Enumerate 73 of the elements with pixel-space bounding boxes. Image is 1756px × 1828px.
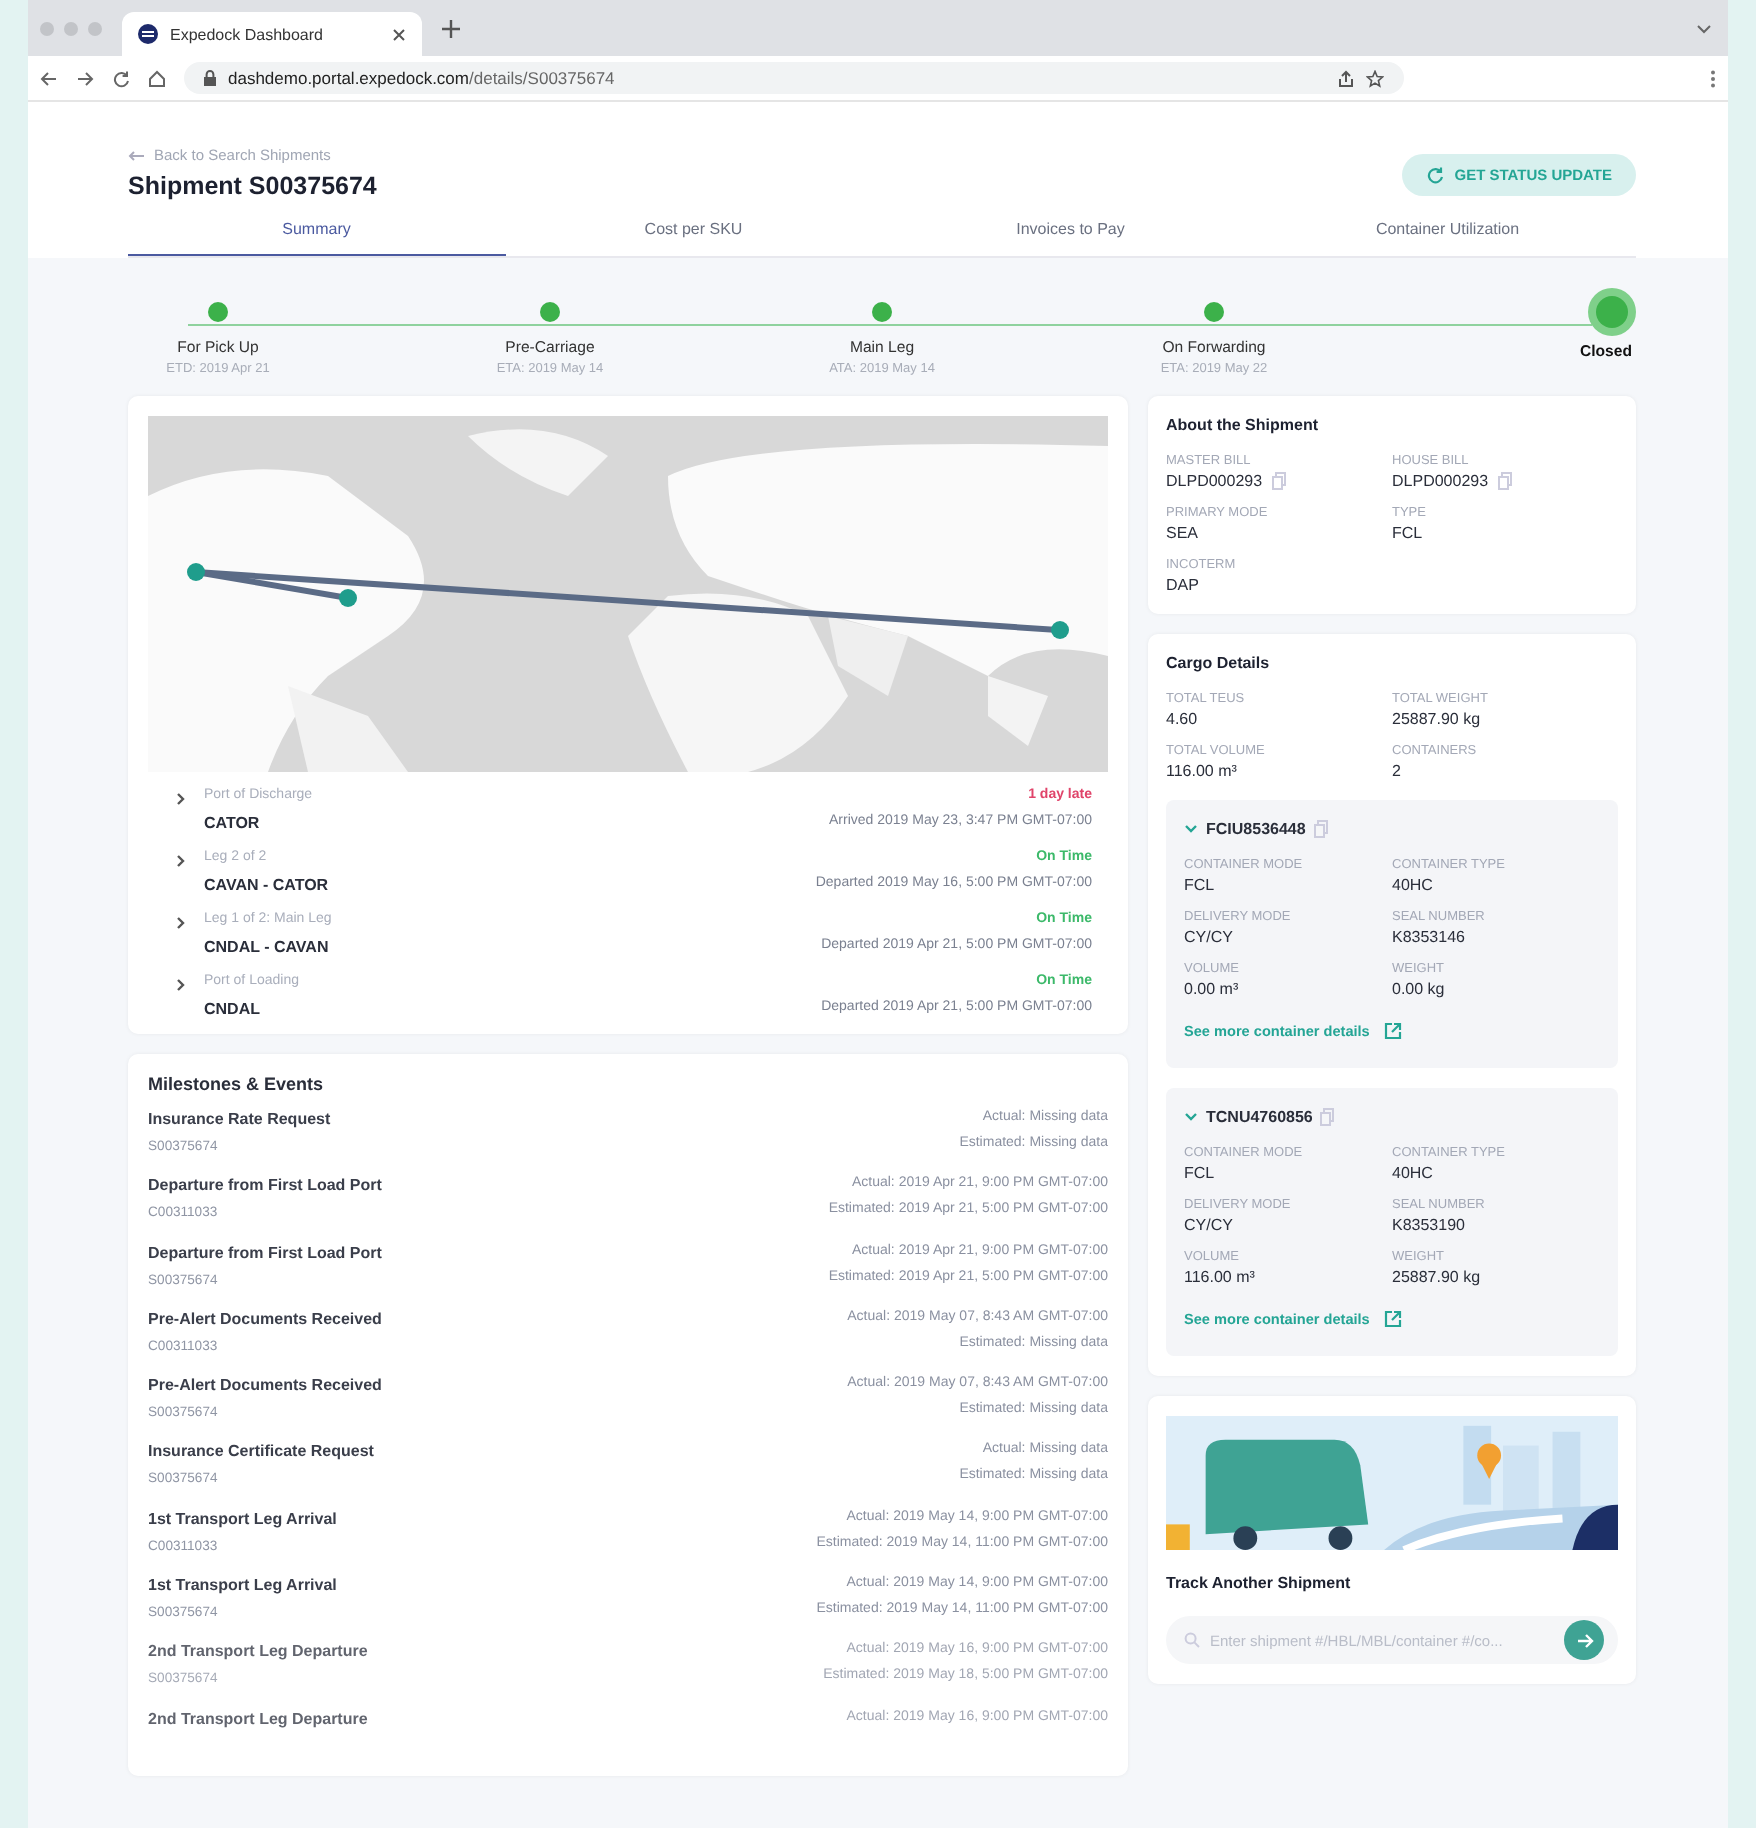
field-value: SEA: [1166, 524, 1199, 542]
more-icon[interactable]: [1710, 69, 1716, 87]
external-link-icon[interactable]: [1383, 1022, 1402, 1040]
shipment-title: Shipment S00375674: [128, 172, 377, 200]
page-tab[interactable]: Container Utilization: [1259, 208, 1636, 256]
field-value: 40HC: [1392, 1164, 1435, 1182]
chevron-down-icon[interactable]: [1184, 1112, 1198, 1122]
page-tab[interactable]: Cost per SKU: [505, 208, 882, 256]
field-value: 116.00 m³: [1166, 762, 1239, 780]
field-value: K8353190: [1392, 1216, 1467, 1234]
field-value: FCL: [1184, 876, 1217, 894]
share-icon[interactable]: [1338, 69, 1354, 87]
milestone-name: 2nd Transport Leg Departure: [148, 1642, 368, 1661]
external-link-icon[interactable]: [1383, 1310, 1402, 1328]
chevron-down-icon[interactable]: [1696, 23, 1712, 33]
search-icon: [1184, 1632, 1200, 1648]
milestone-name: Departure from First Load Port: [148, 1243, 382, 1262]
field-value: DAP: [1166, 576, 1199, 594]
chevron-right-icon[interactable]: [176, 854, 186, 868]
close-icon[interactable]: [392, 27, 406, 41]
milestone-name: Insurance Rate Request: [148, 1110, 331, 1128]
chevron-right-icon[interactable]: [176, 792, 186, 806]
container-number: FCIU8536448: [1206, 820, 1306, 838]
field-value: 0.00 kg: [1392, 980, 1447, 998]
milestone-name: Insurance Certificate Request: [148, 1442, 374, 1461]
field-value: 25887.90 kg: [1392, 1268, 1483, 1286]
star-icon[interactable]: [1366, 69, 1384, 87]
field-value: DLPD000293: [1392, 472, 1489, 490]
field-value: 40HC: [1392, 876, 1435, 894]
forward-icon[interactable]: [76, 69, 94, 87]
refresh-icon: [1426, 166, 1445, 184]
field-value: CY/CY: [1184, 1216, 1235, 1234]
field-value: 0.00 m³: [1184, 980, 1241, 998]
leg-name: CNDAL - CAVAN: [204, 938, 331, 956]
milestone-name: Departure from First Load Port: [148, 1176, 382, 1195]
container-number: TCNU4760856: [1206, 1108, 1313, 1126]
lock-icon: [204, 70, 216, 86]
leg-name: CNDAL: [204, 1000, 262, 1018]
back-icon[interactable]: [40, 69, 58, 87]
field-value: 116.00 m³: [1184, 1268, 1257, 1286]
page-tab[interactable]: Summary: [128, 208, 505, 256]
field-value: FCL: [1184, 1164, 1217, 1182]
leg-name: CAVAN - CATOR: [204, 876, 331, 894]
milestone-name: Pre-Alert Documents Received: [148, 1376, 382, 1395]
chevron-down-icon[interactable]: [1184, 824, 1198, 834]
field-value: FCL: [1392, 524, 1423, 542]
milestone-name: Pre-Alert Documents Received: [148, 1309, 382, 1328]
card-title: Track Another Shipment: [1166, 1574, 1353, 1592]
milestone-name: 2nd Transport Leg Departure: [148, 1709, 368, 1728]
milestone-name: 1st Transport Leg Arrival: [148, 1509, 337, 1528]
card-title: Milestones & Events: [148, 1074, 326, 1094]
field-value: DLPD000293: [1166, 472, 1263, 490]
chevron-right-icon[interactable]: [176, 916, 186, 930]
new-tab-icon[interactable]: [442, 19, 460, 37]
card-title: Cargo Details: [1166, 654, 1272, 672]
arrow-left-icon: [128, 149, 144, 161]
field-value: 4.60: [1166, 710, 1200, 728]
url-text: dashdemo.portal.expedock.com/details/S00375674: [228, 68, 615, 88]
browser-tab[interactable]: Expedock Dashboard: [122, 12, 422, 56]
logo-icon: [138, 24, 158, 44]
arrow-right-icon: [1575, 1631, 1593, 1649]
home-icon[interactable]: [148, 69, 166, 87]
card-title: About the Shipment: [1166, 416, 1320, 434]
reload-icon[interactable]: [112, 69, 130, 87]
field-value: 2: [1392, 762, 1403, 780]
chevron-right-icon[interactable]: [176, 978, 186, 992]
field-value: CY/CY: [1184, 928, 1235, 946]
milestone-name: 1st Transport Leg Arrival: [148, 1576, 337, 1595]
page-tab[interactable]: Invoices to Pay: [882, 208, 1259, 256]
field-value: K8353146: [1392, 928, 1467, 946]
field-value: 25887.90 kg: [1392, 710, 1483, 728]
address-bar[interactable]: dashdemo.portal.expedock.com/details/S00375674: [184, 62, 1404, 94]
leg-name: CATOR: [204, 814, 262, 832]
